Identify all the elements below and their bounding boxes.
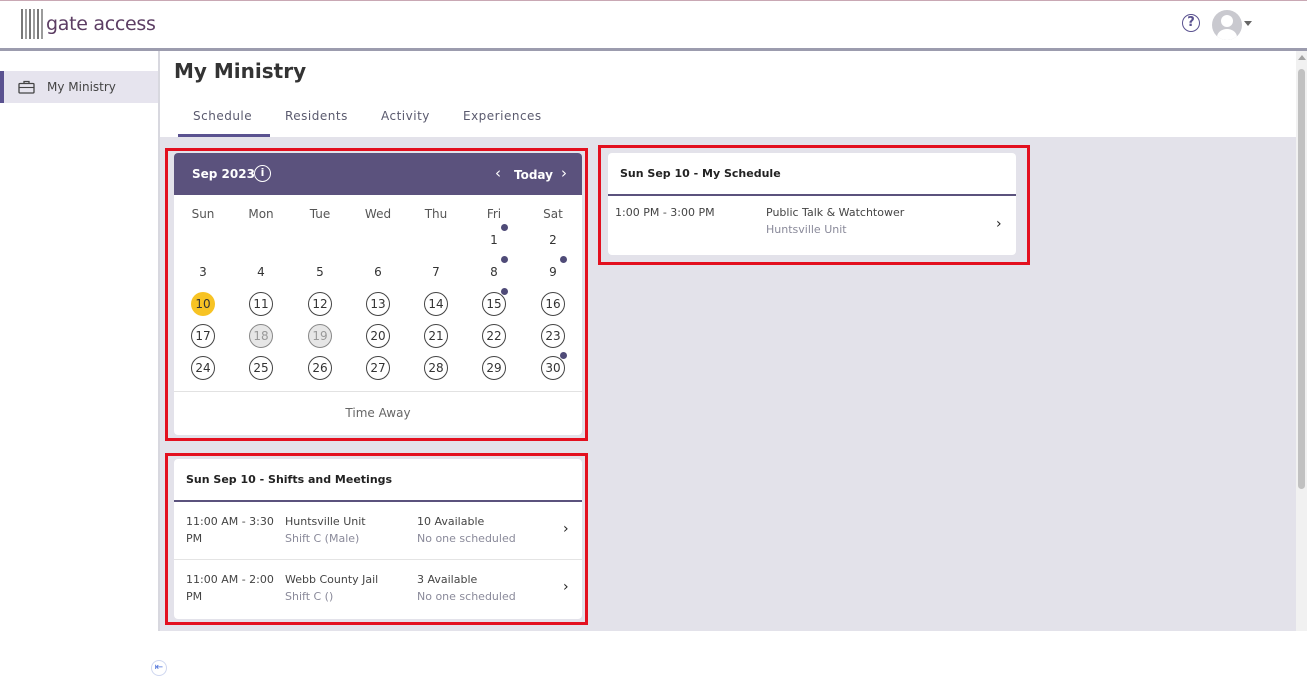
sidebar-item-label: My Ministry (47, 80, 116, 94)
sidebar: My Ministry ⇤ (0, 51, 167, 676)
main-content: My Ministry Schedule Residents Activity … (160, 51, 1296, 631)
collapse-sidebar-icon[interactable]: ⇤ (151, 660, 167, 676)
scroll-up-arrow-icon[interactable] (1298, 55, 1306, 60)
tab-residents[interactable]: Residents (285, 109, 348, 123)
logo-text: gate access (46, 13, 156, 35)
briefcase-icon (18, 80, 35, 94)
highlight-box-calendar (165, 148, 588, 441)
active-tab-indicator (178, 134, 270, 137)
app-header: gate access ? (0, 1, 1307, 49)
user-avatar-icon[interactable] (1212, 10, 1242, 40)
tab-schedule[interactable]: Schedule (193, 109, 252, 123)
page-title: My Ministry (174, 59, 307, 83)
tab-experiences[interactable]: Experiences (463, 109, 542, 123)
highlight-box-my-schedule (598, 145, 1030, 265)
active-indicator (0, 71, 4, 103)
highlight-box-shifts (165, 453, 588, 625)
page-header: My Ministry Schedule Residents Activity … (160, 51, 1296, 137)
sidebar-item-my-ministry[interactable]: My Ministry (0, 71, 158, 103)
tab-activity[interactable]: Activity (381, 109, 430, 123)
logo-bars-icon (21, 9, 43, 39)
chevron-down-icon[interactable] (1244, 21, 1252, 26)
app-logo[interactable]: gate access (21, 9, 156, 39)
question-circle-icon[interactable]: ? (1182, 14, 1200, 32)
vertical-scrollbar[interactable] (1296, 51, 1307, 631)
scroll-thumb[interactable] (1298, 69, 1305, 489)
